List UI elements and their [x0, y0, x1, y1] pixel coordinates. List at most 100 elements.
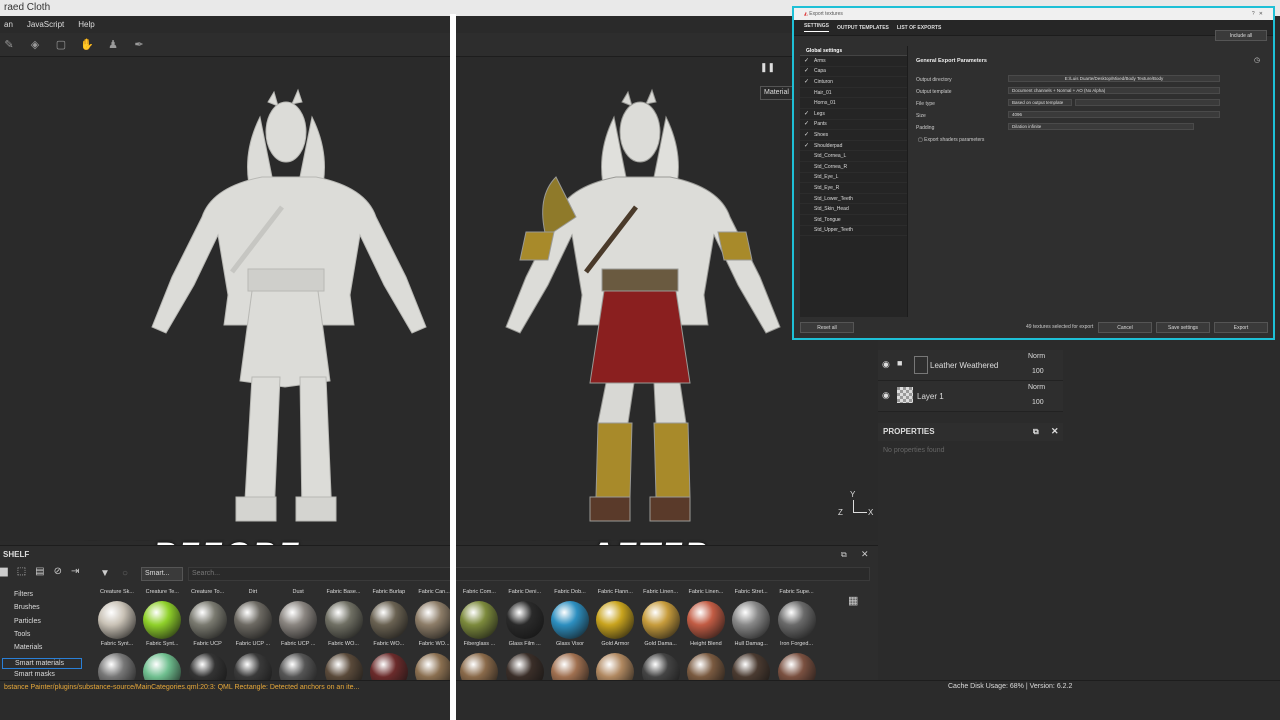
layer-name[interactable]: Leather Weathered [930, 361, 998, 370]
checkmark-icon[interactable]: ✓ [804, 79, 810, 85]
empty-checkbox[interactable] [804, 90, 810, 96]
empty-checkbox[interactable] [804, 206, 810, 212]
cancel-button[interactable]: Cancel [1098, 322, 1152, 333]
material-thumbnail[interactable] [324, 601, 363, 639]
projection-icon[interactable]: ▢ [54, 38, 68, 52]
shelf-category-item[interactable]: Particles [14, 618, 41, 625]
eraser-icon[interactable]: ◈ [28, 38, 42, 52]
mesh-item[interactable]: ✓ Legs [800, 109, 907, 120]
material-thumbnail[interactable] [551, 601, 589, 639]
file-type-select[interactable]: Based on output template [1008, 99, 1072, 106]
menu-item-window[interactable]: an [4, 20, 13, 29]
mesh-item[interactable]: Std_Lower_Teeth [800, 194, 907, 205]
blend-mode[interactable]: Norm [1028, 384, 1045, 391]
checkmark-icon[interactable]: ✓ [804, 143, 810, 149]
material-thumbnail[interactable] [686, 601, 725, 639]
export-icon[interactable]: ⇥ [71, 566, 79, 577]
checkmark-icon[interactable]: ✓ [804, 111, 810, 117]
close-icon[interactable]: ✕ [1259, 11, 1263, 17]
export-button[interactable]: Export [1214, 322, 1268, 333]
shelf-search-input[interactable]: Search... [188, 567, 870, 581]
picker-icon[interactable]: ✒ [132, 38, 146, 52]
empty-checkbox[interactable] [804, 153, 810, 159]
empty-checkbox[interactable] [804, 174, 810, 180]
material-thumbnail[interactable] [777, 601, 816, 639]
eye-icon[interactable]: ◉ [882, 359, 890, 370]
material-thumbnail[interactable] [98, 601, 136, 639]
layer-row[interactable]: ◉ Layer 1 Norm 100 [878, 381, 1063, 412]
mesh-item[interactable]: ✓ Pants [800, 120, 907, 131]
search-filter-tag[interactable]: Smart... [141, 567, 183, 581]
shelf-category-item[interactable]: Materials [14, 644, 42, 651]
file-type-extra-field[interactable] [1075, 99, 1220, 106]
checkmark-icon[interactable]: ✓ [804, 58, 810, 64]
include-all-button[interactable]: Include all [1215, 30, 1267, 41]
hide-icon[interactable]: ⊘ [54, 566, 62, 577]
global-settings-item[interactable]: Global settings [800, 46, 907, 56]
material-thumbnail[interactable] [505, 601, 544, 639]
material-thumbnail[interactable] [233, 601, 272, 639]
material-thumbnail[interactable] [279, 601, 318, 639]
mesh-item[interactable]: Std_Cornea_L [800, 151, 907, 162]
material-thumbnail[interactable] [732, 601, 771, 639]
layer-opacity[interactable]: 100 [1032, 399, 1044, 406]
mesh-item[interactable]: Std_Tongue [800, 215, 907, 226]
tab-settings[interactable]: SETTINGS [804, 23, 830, 32]
checkmark-icon[interactable]: ✓ [804, 121, 810, 127]
mesh-item[interactable]: ✓ Cinturon [800, 77, 907, 88]
close-icon[interactable]: ✕ [1051, 426, 1059, 437]
smudge-icon[interactable]: ✋ [80, 38, 94, 52]
empty-checkbox[interactable] [804, 185, 810, 191]
material-thumbnail[interactable] [596, 601, 635, 639]
layer-row[interactable]: ◉ ■ Leather Weathered Norm 100 [878, 350, 1063, 381]
mesh-item[interactable]: ✓ Shoulderpad [800, 141, 907, 152]
shelf-category-item[interactable]: Smart materials [2, 657, 82, 669]
import-icon[interactable]: ⬚ [17, 566, 26, 577]
checkmark-icon[interactable]: ✓ [804, 68, 810, 74]
mesh-item[interactable]: ✓ Arms [800, 56, 907, 67]
material-thumbnail[interactable] [188, 601, 227, 639]
shelf-category-item[interactable]: Brushes [14, 604, 40, 611]
undock-icon[interactable]: ⧉ [841, 550, 847, 560]
eye-icon[interactable]: ◉ [882, 390, 890, 401]
grid-view-icon[interactable]: ▦ [848, 594, 858, 607]
viewport-mode-dropdown[interactable]: Material [760, 86, 796, 100]
material-thumbnail[interactable] [415, 601, 454, 639]
menu-item-javascript[interactable]: JavaScript [27, 20, 64, 29]
tab-list-of-exports[interactable]: LIST OF EXPORTS [897, 25, 941, 31]
empty-checkbox[interactable] [804, 196, 810, 202]
tab-output-templates[interactable]: OUTPUT TEMPLATES [837, 25, 889, 31]
padding-select[interactable]: Dilation infinite [1008, 123, 1194, 130]
pause-icon[interactable]: ❚❚ [760, 62, 775, 73]
material-thumbnail[interactable] [369, 601, 408, 639]
empty-checkbox[interactable] [804, 164, 810, 170]
material-thumbnail[interactable] [143, 601, 182, 639]
layer-opacity[interactable]: 100 [1032, 368, 1044, 375]
filter-icon[interactable]: ▼ [100, 568, 110, 579]
viewport-before[interactable]: BEFORE [0, 57, 450, 575]
mesh-item[interactable]: Std_Upper_Teeth [800, 226, 907, 237]
checkmark-icon[interactable]: ✓ [804, 132, 810, 138]
mesh-item[interactable]: Horns_01 [800, 98, 907, 109]
export-shaders-checkbox[interactable]: ▢ Export shaders parameters [918, 137, 984, 143]
library-icon[interactable]: ▤ [35, 566, 44, 577]
shelf-category-item[interactable]: Tools [14, 631, 30, 638]
output-template-select[interactable]: Document channels + Normal + AO (No Alph… [1008, 87, 1220, 94]
history-icon[interactable]: ◷ [1254, 56, 1260, 64]
layer-name[interactable]: Layer 1 [917, 392, 944, 401]
material-thumbnail[interactable] [641, 601, 680, 639]
refresh-icon[interactable]: ○ [122, 568, 128, 579]
mesh-item[interactable]: ✓ Capa [800, 67, 907, 78]
menu-item-help[interactable]: Help [78, 20, 94, 29]
undock-icon[interactable]: ⧉ [1033, 427, 1039, 437]
mesh-item[interactable]: ✓ Shoes [800, 130, 907, 141]
save-settings-button[interactable]: Save settings [1156, 322, 1210, 333]
material-thumbnail[interactable] [460, 601, 499, 639]
mesh-item[interactable]: Std_Cornea_R [800, 162, 907, 173]
reset-all-button[interactable]: Reset all [800, 322, 854, 333]
shelf-category-item[interactable]: Smart masks [14, 671, 55, 678]
mesh-item[interactable]: Std_Skin_Head [800, 204, 907, 215]
mesh-item[interactable]: Hair_01 [800, 88, 907, 99]
empty-checkbox[interactable] [804, 100, 810, 106]
shelf-category-item[interactable]: Filters [14, 591, 33, 598]
